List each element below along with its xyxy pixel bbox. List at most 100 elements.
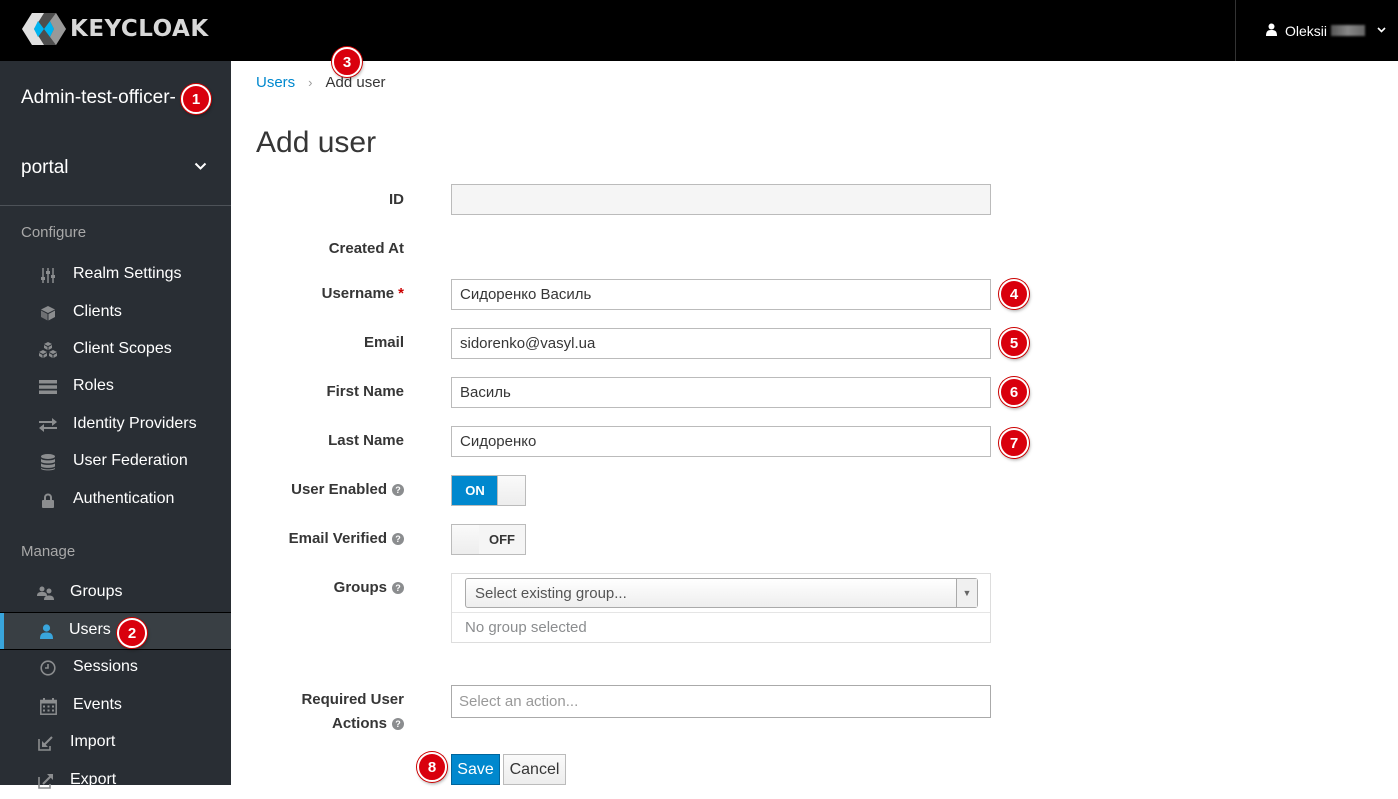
groups-label-text: Groups: [333, 579, 387, 596]
user-enabled-toggle[interactable]: ON: [451, 475, 526, 506]
last-name-label: Last Name: [328, 432, 404, 449]
database-icon: [38, 453, 58, 471]
sidebar-item-events[interactable]: Events: [0, 688, 231, 724]
annotation-badge: 1: [181, 84, 211, 114]
annotation-badge: 4: [999, 279, 1029, 309]
sidebar-item-label: Export: [70, 771, 117, 788]
brand-name: KEYCLOAK: [70, 16, 209, 42]
sidebar-item-label: Events: [73, 696, 122, 713]
page-title: Add user: [256, 126, 377, 159]
breadcrumb: Users › Add user: [256, 74, 386, 91]
toggle-knob: [497, 476, 525, 505]
sidebar-item-label: Identity Providers: [73, 415, 197, 432]
created-at-label: Created At: [328, 240, 404, 257]
import-icon: [36, 734, 56, 752]
sidebar-item-label: Roles: [73, 377, 114, 394]
breadcrumb-users-link[interactable]: Users: [256, 74, 295, 91]
sidebar-item-label: Import: [70, 733, 116, 750]
cubes-icon: [38, 341, 58, 359]
username-input[interactable]: [451, 279, 991, 310]
redacted-surname: [1331, 25, 1366, 36]
required-actions-placeholder: Select an action...: [459, 693, 579, 710]
sidebar-item-identity-providers[interactable]: Identity Providers: [0, 407, 231, 443]
list-icon: [38, 378, 58, 396]
required-actions-select[interactable]: Select an action...: [451, 685, 991, 718]
user-enabled-label-text: User Enabled: [291, 481, 387, 498]
sidebar-item-user-federation[interactable]: User Federation: [0, 444, 231, 480]
cancel-button[interactable]: Cancel: [503, 754, 566, 785]
users-icon: [36, 584, 56, 602]
groups-select[interactable]: Select existing group... ▼: [465, 578, 978, 608]
sidebar-item-clients[interactable]: Clients: [0, 295, 231, 331]
export-icon: [36, 772, 56, 790]
keycloak-logo-icon: [22, 13, 66, 45]
chevron-down-icon: [194, 158, 207, 176]
id-field: [451, 184, 991, 215]
user-menu[interactable]: Oleksii: [1235, 0, 1398, 61]
exchange-icon: [38, 416, 58, 434]
sidebar-item-label: Clients: [73, 303, 122, 320]
top-navbar: KEYCLOAK Oleksii: [0, 0, 1398, 61]
annotation-badge: 5: [999, 328, 1029, 358]
email-verified-toggle[interactable]: OFF: [451, 524, 526, 555]
section-title-manage: Manage: [21, 543, 76, 560]
help-icon[interactable]: ?: [392, 533, 404, 545]
annotation-badge: 3: [332, 47, 362, 77]
section-title-configure: Configure: [21, 224, 87, 241]
sidebar-item-client-scopes[interactable]: Client Scopes: [0, 332, 231, 368]
breadcrumb-current: Add user: [325, 74, 386, 91]
help-icon[interactable]: ?: [392, 718, 404, 730]
sidebar-item-groups[interactable]: Groups: [0, 575, 231, 611]
email-label: Email: [363, 334, 404, 351]
sidebar-item-export[interactable]: Export: [0, 763, 231, 799]
sidebar-item-label: Groups: [70, 583, 123, 600]
sidebar-item-import[interactable]: Import: [0, 725, 231, 761]
user-enabled-label: User Enabled?: [291, 481, 404, 498]
email-input[interactable]: [451, 328, 991, 359]
sidebar-item-roles[interactable]: Roles: [0, 369, 231, 405]
help-icon[interactable]: ?: [392, 582, 404, 594]
id-label: ID: [389, 191, 404, 208]
username-label-text: Username: [321, 285, 395, 302]
sidebar-item-sessions[interactable]: Sessions: [0, 650, 231, 686]
first-name-input[interactable]: [451, 377, 991, 408]
groups-select-placeholder: Select existing group...: [475, 585, 627, 602]
user-name: Oleksii: [1285, 22, 1328, 39]
sidebar-item-users[interactable]: Users: [0, 612, 231, 650]
sliders-icon: [38, 266, 58, 284]
calendar-icon: [38, 697, 58, 715]
annotation-badge: 6: [999, 377, 1029, 407]
sidebar-item-label: Authentication: [73, 490, 175, 507]
save-button[interactable]: Save: [451, 754, 500, 785]
user-icon: [36, 622, 56, 640]
toggle-off-label: OFF: [479, 525, 525, 554]
sidebar-item-realm-settings[interactable]: Realm Settings: [0, 257, 231, 293]
last-name-input[interactable]: [451, 426, 991, 457]
required-actions-label-line2: Actions?: [332, 715, 404, 732]
cube-icon: [38, 304, 58, 322]
groups-panel: Select existing group... ▼ No group sele…: [451, 573, 991, 643]
caret-down-icon: ▼: [956, 579, 977, 607]
keycloak-logo[interactable]: KEYCLOAK: [20, 11, 209, 47]
sidebar-item-label: Users: [69, 621, 111, 638]
sidebar-item-authentication[interactable]: Authentication: [0, 482, 231, 518]
username-label: Username *: [322, 285, 404, 302]
required-actions-label-text: Actions: [331, 715, 387, 732]
toggle-on-label: ON: [452, 476, 498, 505]
sidebar-item-label: User Federation: [73, 452, 188, 469]
sidebar-item-label: Sessions: [73, 658, 138, 675]
required-asterisk: *: [398, 285, 404, 302]
annotation-badge: 8: [417, 752, 447, 782]
email-verified-label: Email Verified?: [289, 530, 404, 547]
realm-selector-label: portal: [21, 157, 69, 178]
sidebar: Admin-test-officer- portal Configure Rea…: [0, 61, 231, 789]
required-actions-label-line1: Required User: [301, 691, 404, 708]
groups-label: Groups?: [334, 579, 404, 596]
user-icon: [1266, 23, 1277, 39]
help-icon[interactable]: ?: [392, 484, 404, 496]
first-name-label: First Name: [326, 383, 404, 400]
chevron-down-icon: [1377, 25, 1386, 36]
realm-selector[interactable]: portal: [0, 136, 231, 206]
lock-icon: [38, 491, 58, 509]
annotation-badge: 7: [999, 428, 1029, 458]
